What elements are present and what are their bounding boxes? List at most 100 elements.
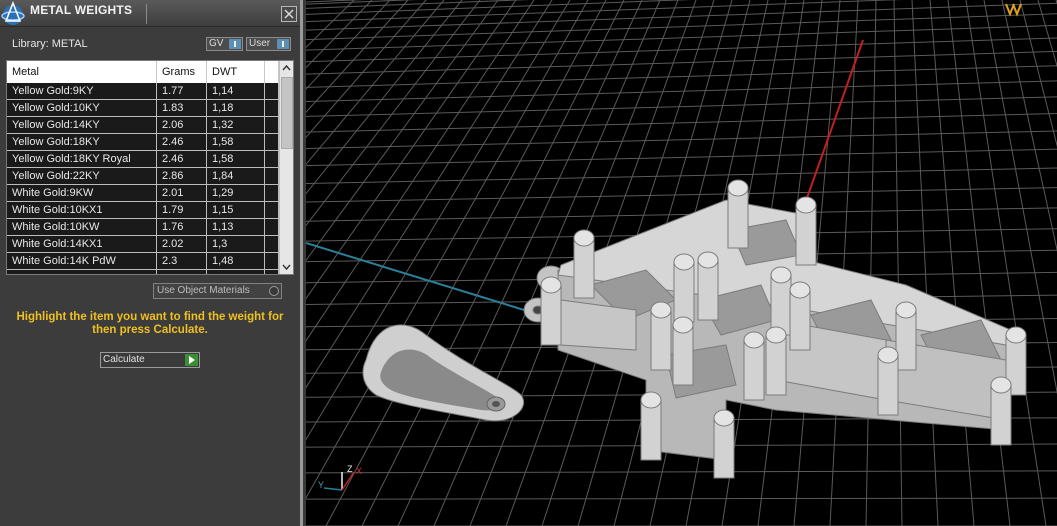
- grid-line: [911, 0, 939, 526]
- grid-line: [1037, 0, 1057, 68]
- prong-post: [895, 309, 917, 371]
- cell-spacer: [265, 236, 279, 252]
- table-body: Yellow Gold:9KY 1.77 1,14 Yellow Gold:10KY…: [7, 83, 279, 274]
- cell-grams: 2.01: [157, 185, 207, 201]
- cell-spacer: [265, 202, 279, 218]
- calculate-button[interactable]: Calculate: [100, 352, 200, 368]
- prong-post: [573, 237, 595, 299]
- column-header-metal[interactable]: Metal: [7, 61, 157, 83]
- library-label: Library: METAL: [12, 38, 88, 50]
- scroll-thumb[interactable]: [281, 77, 293, 149]
- cell-metal: Yellow Gold:14KY: [7, 117, 157, 133]
- cell-spacer: [265, 219, 279, 235]
- cell-grams: 2.02: [157, 236, 207, 252]
- table-row[interactable]: Yellow Gold:18KY 2.46 1,58: [7, 134, 279, 151]
- calculate-label: Calculate: [103, 354, 145, 365]
- grid-line: [306, 113, 1057, 133]
- table-row[interactable]: Yellow Gold:14KY 2.06 1,32: [7, 117, 279, 134]
- app-logo-icon[interactable]: [0, 0, 26, 26]
- prong-post: [727, 187, 749, 249]
- cell-grams: 2.46: [157, 151, 207, 167]
- cell-spacer: [265, 270, 279, 274]
- column-header-grams[interactable]: Grams: [157, 61, 207, 83]
- grid-line: [306, 130, 1057, 150]
- metal-table: Metal Grams DWT Yellow Gold:9KY 1.77 1,14 …: [6, 60, 294, 275]
- cell-metal: Yellow Gold:18KY Royal: [7, 151, 157, 167]
- cell-spacer: [265, 134, 279, 150]
- cell-metal: White Gold:10KX1: [7, 202, 157, 218]
- use-object-materials-checkbox[interactable]: Use Object Materials: [153, 283, 282, 299]
- grid-line: [306, 148, 1057, 167]
- grid-line: [306, 50, 1057, 75]
- panel-titlebar[interactable]: METAL WEIGHTS: [0, 0, 300, 27]
- prong-post: [697, 259, 719, 321]
- prong-post: [673, 261, 695, 323]
- prong-tip: [672, 316, 694, 334]
- prong-tip: [990, 376, 1012, 394]
- cell-metal: Yellow Gold:22KY: [7, 168, 157, 184]
- prong-tip: [673, 253, 695, 271]
- table-row[interactable]: Yellow Gold:18KY Royal 2.46 1,58: [7, 151, 279, 168]
- prong-post: [672, 324, 694, 386]
- cell-grams: 1.76: [157, 219, 207, 235]
- prong-post: [990, 384, 1012, 446]
- metal-weights-panel: METAL WEIGHTS Library: METAL GV User Met…: [0, 0, 303, 526]
- table-row[interactable]: White Gold:9KW 2.01 1,29: [7, 185, 279, 202]
- grid-line: [306, 470, 1057, 474]
- column-header-dwt[interactable]: DWT: [207, 61, 265, 83]
- cell-grams: [157, 270, 207, 274]
- prong-tip: [540, 276, 562, 294]
- toggle-indicator-icon: [229, 39, 241, 49]
- prong-post: [765, 334, 787, 396]
- table-row[interactable]: Yellow Gold:9KY 1.77 1,14: [7, 83, 279, 100]
- grid-line: [306, 24, 1057, 51]
- close-button[interactable]: [281, 6, 297, 22]
- gizmo-x-label: X: [356, 466, 362, 476]
- table-scrollbar[interactable]: [279, 61, 293, 274]
- prong-post: [640, 399, 662, 461]
- column-header-spacer: [265, 61, 279, 83]
- table-row-partial[interactable]: [7, 270, 279, 274]
- gizmo-z-label: Z: [347, 464, 353, 474]
- prong-tip: [895, 301, 917, 319]
- cell-dwt: 1,58: [207, 134, 265, 150]
- viewport-corner-icon[interactable]: [1005, 3, 1022, 17]
- table-row[interactable]: White Gold:14KX1 2.02 1,3: [7, 236, 279, 253]
- cell-spacer: [265, 185, 279, 201]
- grid-line: [893, 0, 903, 526]
- table-row[interactable]: White Gold:14K PdW 2.3 1,48: [7, 253, 279, 270]
- viewport-canvas: Z X Y: [306, 0, 1057, 526]
- cell-spacer: [265, 117, 279, 133]
- cell-dwt: 1,84: [207, 168, 265, 184]
- table-row[interactable]: White Gold:10KW 1.76 1,13: [7, 219, 279, 236]
- grid-line: [929, 0, 975, 526]
- prong-tip: [573, 229, 595, 247]
- table-row[interactable]: White Gold:10KX1 1.79 1,15: [7, 202, 279, 219]
- cell-dwt: 1,3: [207, 236, 265, 252]
- table-row[interactable]: Yellow Gold:22KY 2.86 1,84: [7, 168, 279, 185]
- table-header: Metal Grams DWT: [7, 61, 279, 83]
- title-divider: [146, 4, 147, 24]
- cell-grams: 2.06: [157, 117, 207, 133]
- cell-grams: 1.79: [157, 202, 207, 218]
- scroll-up-icon[interactable]: [280, 61, 293, 75]
- use-object-materials-label: Use Object Materials: [157, 285, 250, 296]
- cell-spacer: [265, 83, 279, 99]
- scroll-down-icon[interactable]: [280, 260, 293, 274]
- prong-post: [877, 354, 899, 416]
- prong-post: [770, 274, 792, 336]
- grid-line: [306, 0, 902, 23]
- cell-dwt: 1,14: [207, 83, 265, 99]
- play-arrow-icon: [185, 354, 198, 366]
- prong-post: [743, 339, 765, 401]
- 3d-viewport[interactable]: Z X Y: [303, 0, 1057, 526]
- cell-spacer: [265, 253, 279, 269]
- user-toggle[interactable]: User: [246, 37, 291, 51]
- cell-grams: 2.46: [157, 134, 207, 150]
- cell-metal: White Gold:10KW: [7, 219, 157, 235]
- table-row[interactable]: Yellow Gold:10KY 1.83 1,18: [7, 100, 279, 117]
- cell-dwt: 1,32: [207, 117, 265, 133]
- gv-toggle[interactable]: GV: [206, 37, 243, 51]
- grid-line: [983, 0, 1057, 395]
- grid-line: [965, 0, 1047, 526]
